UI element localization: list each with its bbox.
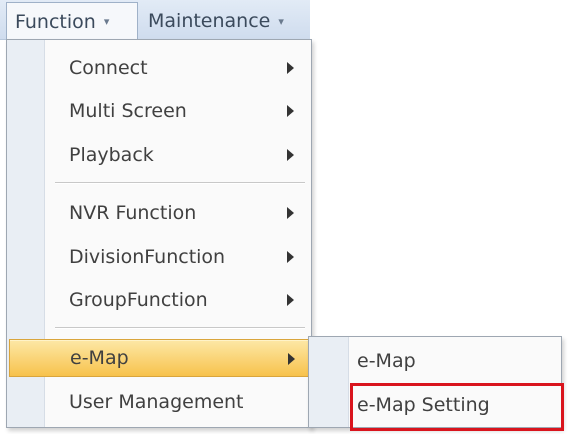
caret-down-icon: ▾	[103, 15, 110, 28]
menu-separator	[55, 327, 305, 329]
submenu-item-label: e-Map Setting	[357, 394, 490, 416]
menu-item-label: Multi Screen	[69, 100, 187, 122]
submenu-arrow-icon	[288, 353, 295, 365]
menu-maintenance-label: Maintenance	[148, 10, 271, 32]
menu-item-label: User Management	[69, 391, 244, 413]
menu-item-e-map[interactable]: e-Map	[9, 339, 309, 377]
submenu-item-e-map[interactable]: e-Map	[357, 343, 416, 379]
menu-function-label: Function	[15, 10, 96, 33]
e-map-submenu: e-Map e-Map Setting	[308, 336, 562, 428]
submenu-icon-strip	[309, 337, 349, 427]
function-dropdown: Connect Multi Screen Playback NVR Functi…	[6, 39, 312, 428]
submenu-arrow-icon	[287, 294, 294, 306]
menu-item-group-function[interactable]: GroupFunction	[9, 281, 309, 319]
menu-item-label: Playback	[69, 144, 154, 166]
submenu-arrow-icon	[287, 207, 294, 219]
menu-item-nvr-function[interactable]: NVR Function	[9, 194, 309, 232]
menu-item-multi-screen[interactable]: Multi Screen	[9, 92, 309, 130]
menu-item-playback[interactable]: Playback	[9, 136, 309, 174]
submenu-item-label: e-Map	[357, 350, 416, 372]
menu-item-division-function[interactable]: DivisionFunction	[9, 238, 309, 276]
menu-item-user-management[interactable]: User Management	[9, 383, 309, 421]
submenu-arrow-icon	[287, 251, 294, 263]
menu-function[interactable]: Function ▾	[6, 2, 138, 40]
menu-item-label: Connect	[69, 57, 148, 79]
menu-item-label: DivisionFunction	[69, 246, 226, 268]
submenu-arrow-icon	[287, 149, 294, 161]
caret-down-icon: ▾	[278, 14, 284, 28]
menu-separator	[55, 182, 305, 184]
menu-maintenance[interactable]: Maintenance ▾	[140, 2, 310, 40]
menu-item-label: GroupFunction	[69, 289, 208, 311]
submenu-item-e-map-setting[interactable]: e-Map Setting	[357, 387, 490, 423]
menu-bar: Function ▾ Maintenance ▾	[0, 0, 310, 40]
menu-item-label: e-Map	[70, 347, 129, 369]
submenu-arrow-icon	[287, 62, 294, 74]
submenu-arrow-icon	[287, 105, 294, 117]
menu-item-label: NVR Function	[69, 202, 197, 224]
menu-item-connect[interactable]: Connect	[9, 49, 309, 87]
